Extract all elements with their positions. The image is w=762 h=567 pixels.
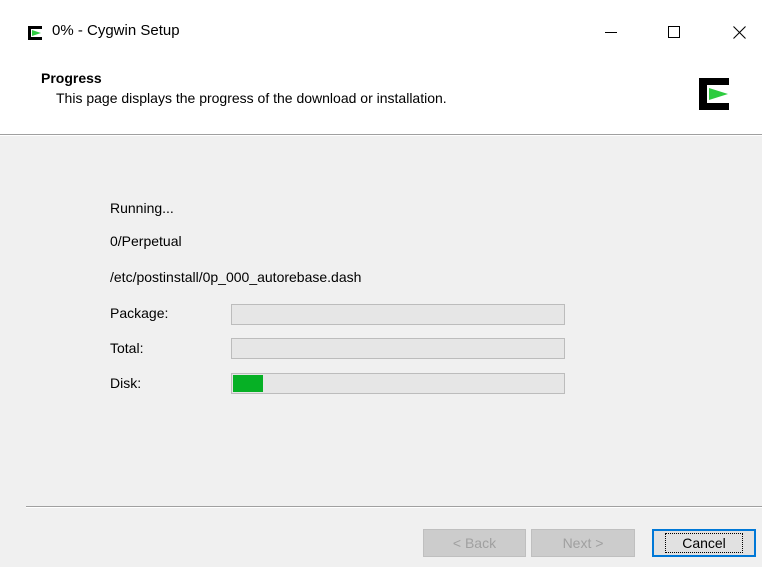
status-line-running: Running... — [110, 200, 174, 216]
package-progress-label: Package: — [110, 305, 169, 321]
header-divider-highlight — [0, 135, 762, 136]
back-button[interactable]: < Back — [423, 529, 526, 557]
page-title: Progress — [41, 70, 102, 86]
disk-progress-fill — [233, 375, 263, 392]
cygwin-logo-icon — [699, 78, 729, 110]
window-title: 0% - Cygwin Setup — [52, 22, 180, 39]
cygwin-setup-window: 0% - Cygwin Setup Progress This page dis… — [0, 0, 762, 567]
back-button-label: < Back — [452, 535, 497, 551]
close-icon — [732, 25, 746, 39]
total-progress-label: Total: — [110, 340, 144, 356]
next-button-label: Next > — [562, 535, 604, 551]
footer-divider-highlight — [26, 507, 762, 508]
total-progress-bar — [231, 338, 565, 359]
status-line-script: /etc/postinstall/0p_000_autorebase.dash — [110, 269, 362, 285]
disk-progress-label: Disk: — [110, 375, 142, 391]
minimize-button[interactable] — [588, 8, 634, 56]
cancel-button-label: Cancel — [665, 533, 743, 553]
disk-progress-bar — [231, 373, 565, 394]
maximize-button[interactable] — [651, 8, 697, 56]
next-button[interactable]: Next > — [531, 529, 635, 557]
package-progress-bar — [231, 304, 565, 325]
minimize-icon — [605, 32, 617, 33]
cancel-button[interactable]: Cancel — [652, 529, 756, 557]
close-button[interactable] — [716, 8, 762, 56]
cygwin-logo-icon — [28, 26, 42, 40]
page-header: Progress This page displays the progress… — [0, 64, 762, 134]
status-line-step: 0/Perpetual — [110, 233, 182, 249]
maximize-icon — [668, 26, 680, 38]
page-description: This page displays the progress of the d… — [56, 90, 447, 106]
title-bar[interactable]: 0% - Cygwin Setup — [0, 0, 762, 64]
